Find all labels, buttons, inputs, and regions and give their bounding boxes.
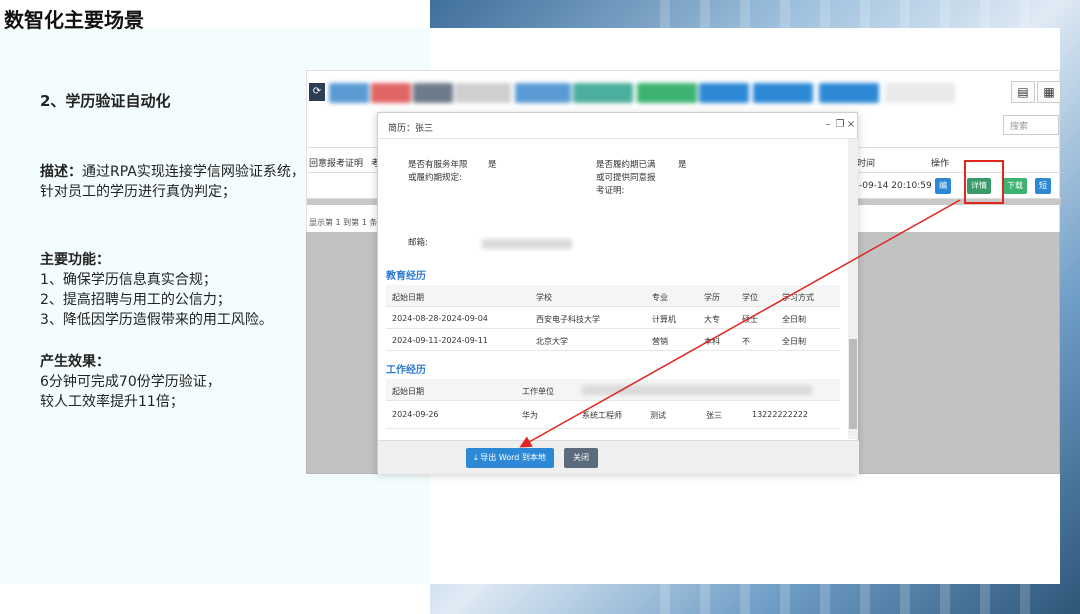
columns-icon[interactable]: ▤ (1011, 81, 1035, 103)
column-header: 回意报考证明 (309, 159, 364, 169)
resume-dialog: 简历：张三 – ❐ × 是否有服务年限或履约期规定: 是 是否履约期已满或可提供… (377, 112, 859, 474)
field-label: 是否有服务年限或履约期规定: (408, 160, 468, 183)
toolbar-button[interactable] (885, 83, 955, 103)
effect-section: 产生效果： 6分钟可完成70份学历验证， 较人工效率提升11倍； (40, 352, 310, 412)
cell: 营销 (652, 337, 668, 346)
toolbar-button[interactable] (753, 83, 813, 103)
cell: 不 (742, 337, 750, 346)
cell: 13222222222 (752, 410, 808, 419)
toolbar-button[interactable] (371, 83, 411, 103)
cell: 张三 (706, 411, 722, 420)
toolbar (307, 81, 1061, 105)
toolbar-button[interactable] (573, 83, 633, 103)
sms-button[interactable]: 短 (1035, 178, 1051, 194)
cell: 本科 (704, 337, 720, 346)
column-header: 学历 (704, 293, 720, 302)
table-row: 2024-09-11-2024-09-11 北京大学 营销 本科 不 全日制 (386, 329, 840, 351)
close-icon[interactable]: × (845, 119, 857, 130)
toolbar-button[interactable] (329, 83, 369, 103)
column-header: 工作单位 (522, 387, 554, 396)
effect-head: 产生效果： (40, 354, 110, 370)
table-row: 2024-09-26 华为 系统工程师 测试 张三 13222222222 (386, 401, 840, 429)
cell: 大专 (704, 315, 720, 324)
row-time: -09-14 20:10:59 (859, 181, 932, 191)
dialog-header: 简历：张三 – ❐ × (378, 113, 859, 139)
redacted-headers (582, 385, 812, 395)
grid-icon[interactable]: ▦ (1037, 81, 1061, 103)
edit-button[interactable]: 编 (935, 178, 951, 194)
cell: 全日制 (782, 315, 806, 324)
feature-item: 2、提高招聘与用工的公信力； (40, 292, 231, 308)
effect-line: 较人工效率提升11倍； (40, 394, 184, 410)
cell: 华为 (522, 411, 538, 420)
features-section: 主要功能： 1、确保学历信息真实合规； 2、提高招聘与用工的公信力； 3、降低因… (40, 250, 310, 330)
toolbar-button[interactable] (819, 83, 879, 103)
subtitle: 2、学历验证自动化 (40, 92, 171, 110)
dialog-footer: ⤓ 导出 Word 到本地 关闭 (378, 440, 859, 474)
column-header: 时间 (857, 159, 876, 169)
cell: 西安电子科技大学 (536, 315, 600, 324)
column-header: 学习方式 (782, 293, 814, 302)
column-header: 起始日期 (392, 293, 424, 302)
dialog-scrollbar[interactable] (848, 139, 858, 439)
search-input[interactable]: 搜索 (1003, 115, 1059, 135)
export-word-button[interactable]: ⤓ 导出 Word 到本地 (466, 448, 554, 468)
toolbar-button[interactable] (515, 83, 571, 103)
work-table: 起始日期 工作单位 2024-09-26 华为 系统工程师 测试 张三 1322… (386, 379, 840, 429)
close-button[interactable]: 关闭 (564, 448, 598, 468)
education-title: 教育经历 (386, 271, 426, 282)
field-label: 邮箱: (408, 238, 428, 248)
cell: 2024-09-26 (392, 410, 439, 419)
work-title: 工作经历 (386, 365, 426, 376)
export-word-label: 导出 Word 到本地 (480, 453, 546, 462)
table-row: 起始日期 学校 专业 学历 学位 学习方式 (386, 285, 840, 307)
field-label: 是否履约期已满或可提供同意报考证明: (596, 160, 656, 196)
feature-item: 1、确保学历信息真实合规； (40, 272, 217, 288)
redacted-value (482, 239, 572, 249)
scrollbar-thumb[interactable] (849, 339, 857, 429)
cell: 测试 (650, 411, 666, 420)
cell: 2024-08-28-2024-09-04 (392, 314, 488, 323)
feature-item: 3、降低因学历造假带来的用工风险。 (40, 312, 273, 328)
dialog-title: 简历：张三 (388, 124, 434, 134)
cell: 北京大学 (536, 337, 568, 346)
toolbar-button[interactable] (413, 83, 453, 103)
description-section: 描述：通过RPA实现连接学信网验证系统，针对员工的学历进行真伪判定； (40, 162, 310, 202)
column-header: 起始日期 (392, 387, 424, 396)
education-table: 起始日期 学校 专业 学历 学位 学习方式 2024-08-28-2024-09… (386, 285, 840, 351)
minimize-icon[interactable]: – (822, 119, 834, 130)
highlight-box (964, 160, 1004, 204)
features-head: 主要功能： (40, 252, 110, 268)
effect-line: 6分钟可完成70份学历验证， (40, 374, 221, 390)
table-row: 起始日期 工作单位 (386, 379, 840, 401)
table-row: 2024-08-28-2024-09-04 西安电子科技大学 计算机 大专 硕士… (386, 307, 840, 329)
cell: 计算机 (652, 315, 676, 324)
download-button[interactable]: 下载 (1003, 178, 1027, 194)
cell: 硕士 (742, 315, 758, 324)
slide-title: 数智化主要场景 (4, 8, 144, 32)
cell: 全日制 (782, 337, 806, 346)
toolbar-button[interactable] (455, 83, 511, 103)
field-value: 是 (678, 160, 687, 170)
cell: 系统工程师 (582, 411, 622, 420)
column-header: 学校 (536, 293, 552, 302)
column-header: 专业 (652, 293, 668, 302)
cell: 2024-09-11-2024-09-11 (392, 336, 488, 345)
toolbar-button[interactable] (699, 83, 749, 103)
toolbar-button[interactable] (637, 83, 697, 103)
description-head: 描述： (40, 164, 82, 180)
dialog-body: 是否有服务年限或履约期规定: 是 是否履约期已满或可提供同意报考证明: 是 邮箱… (378, 139, 848, 439)
column-header: 操作 (931, 159, 950, 169)
column-header: 学位 (742, 293, 758, 302)
field-value: 是 (488, 160, 497, 170)
pagination-info: 显示第 1 到第 1 条记 (309, 218, 386, 227)
